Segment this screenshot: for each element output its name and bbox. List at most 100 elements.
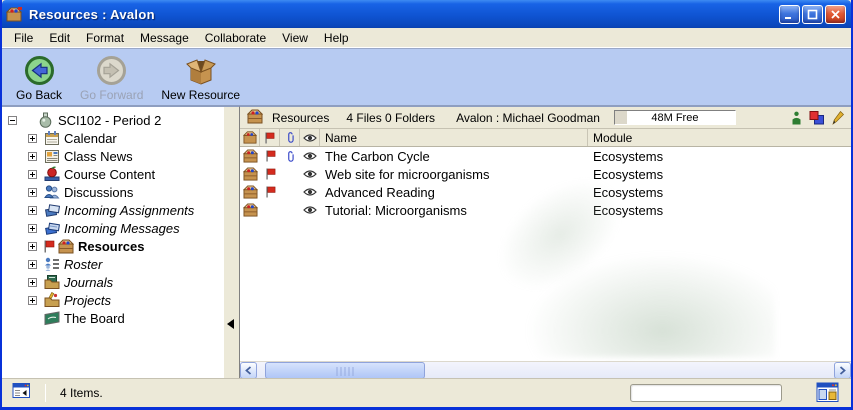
tree-item-label: The Board [64,311,125,326]
expand-toggle-icon[interactable] [28,260,37,269]
resource-list-pane: Resources 4 Files 0 Folders Avalon : Mic… [240,106,851,378]
expand-toggle-icon[interactable] [28,134,37,143]
resource-box-icon [243,149,258,163]
go-forward-icon [96,55,127,86]
new-resource-button[interactable]: New Resource [157,53,244,103]
tree-item-journals[interactable]: Journals [6,273,224,291]
tree-item-roster[interactable]: Roster [6,255,224,273]
expand-toggle-icon[interactable] [28,206,37,215]
module-column-header[interactable]: Module [588,129,851,146]
toolbar: Go Back Go Forward New Reso [2,48,851,106]
name-column-header[interactable]: Name [320,129,588,146]
horizontal-scrollbar[interactable] [240,361,851,378]
resource-module: Ecosystems [588,165,851,183]
tree-item-discussions[interactable]: Discussions [6,183,224,201]
panel-toggle-button[interactable] [12,382,31,404]
folder-name: Resources [272,111,329,125]
menu-bar: File Edit Format Message Collaborate Vie… [2,28,851,48]
resource-name: The Carbon Cycle [320,147,588,165]
collapse-panel-icon[interactable] [227,319,234,329]
collapse-toggle-icon[interactable] [8,116,17,125]
status-message-field [630,384,782,402]
scroll-left-button[interactable] [240,362,257,379]
menu-item-help[interactable]: Help [316,29,357,47]
incoming-messages-icon [43,220,60,236]
server-owner: Avalon : Michael Goodman [456,111,600,125]
go-back-button[interactable]: Go Back [12,53,66,103]
minimize-icon [784,9,795,20]
menu-item-format[interactable]: Format [78,29,132,47]
file-count: 4 Files 0 Folders [346,111,435,125]
tree-item-incoming-messages[interactable]: Incoming Messages [6,219,224,237]
new-resource-label: New Resource [161,88,240,102]
member-button[interactable] [791,111,802,125]
maximize-button[interactable] [802,5,823,24]
tree-item-label: Class News [64,149,133,164]
resource-name: Web site for microorganisms [320,165,588,183]
layers-button[interactable] [809,111,825,125]
maximize-icon [807,9,818,20]
go-forward-button[interactable]: Go Forward [76,53,147,103]
expand-toggle-icon[interactable] [28,224,37,233]
flag-icon [43,240,55,253]
tree-item-the-board[interactable]: The Board [6,309,224,327]
close-icon [830,9,841,20]
tree-item-label: Incoming Messages [64,221,180,236]
minimize-button[interactable] [779,5,800,24]
scroll-right-button[interactable] [834,362,851,379]
flag-column-header[interactable] [260,129,280,146]
tree-item-course-content[interactable]: Course Content [6,165,224,183]
expand-toggle-icon[interactable] [28,188,37,197]
resource-box-icon [243,203,258,217]
eye-icon [303,133,317,143]
tree-item-root[interactable]: SCI102 - Period 2 [6,111,224,129]
folder-info-bar: Resources 4 Files 0 Folders Avalon : Mic… [240,107,851,129]
flag-icon [265,150,276,162]
attachment-column-header[interactable] [280,129,300,146]
expand-toggle-icon[interactable] [28,152,37,161]
scroll-thumb[interactable] [265,362,425,379]
eye-icon [303,151,317,161]
paperclip-icon [285,150,295,163]
main-content: SCI102 - Period 2 Calendar Class News [2,106,851,378]
menu-item-file[interactable]: File [6,29,41,47]
menu-item-message[interactable]: Message [132,29,197,47]
expand-toggle-icon[interactable] [28,296,37,305]
tree-item-label: Incoming Assignments [64,203,194,218]
visibility-column-header[interactable] [300,129,320,146]
form-view-button[interactable] [816,382,839,408]
expand-toggle-icon[interactable] [28,242,37,251]
menu-item-view[interactable]: View [274,29,316,47]
tree-item-label: Projects [64,293,111,308]
expand-toggle-icon[interactable] [28,170,37,179]
edit-button[interactable] [832,111,844,125]
menu-item-edit[interactable]: Edit [41,29,78,47]
eye-icon [303,169,317,179]
chevron-left-icon [245,366,252,375]
tree-item-resources[interactable]: Resources [6,237,224,255]
resource-box-icon [57,238,74,254]
tree-item-label: Discussions [64,185,133,200]
resource-row[interactable]: Web site for microorganisms Ecosystems [240,165,851,183]
type-column-header[interactable] [240,129,260,146]
calendar-icon [43,130,60,146]
tree-item-incoming-assignments[interactable]: Incoming Assignments [6,201,224,219]
paperclip-icon [285,131,295,144]
app-window: Resources : Avalon File Edit Format Mess… [0,0,853,410]
tree-item-projects[interactable]: Projects [6,291,224,309]
close-button[interactable] [825,5,846,24]
menu-item-collaborate[interactable]: Collaborate [197,29,274,47]
flask-icon [37,112,54,128]
panel-splitter[interactable] [224,106,240,378]
resource-row[interactable]: The Carbon Cycle Ecosystems [240,147,851,165]
layers-icon [809,111,825,125]
statusbar-divider [45,384,46,402]
class-news-icon [43,148,60,164]
resource-module: Ecosystems [588,147,851,165]
tree-item-class-news[interactable]: Class News [6,147,224,165]
tree-item-label: Course Content [64,167,155,182]
list-column-header: Name Module [240,129,851,147]
expand-toggle-icon[interactable] [28,278,37,287]
tree-item-calendar[interactable]: Calendar [6,129,224,147]
eye-icon [303,187,317,197]
